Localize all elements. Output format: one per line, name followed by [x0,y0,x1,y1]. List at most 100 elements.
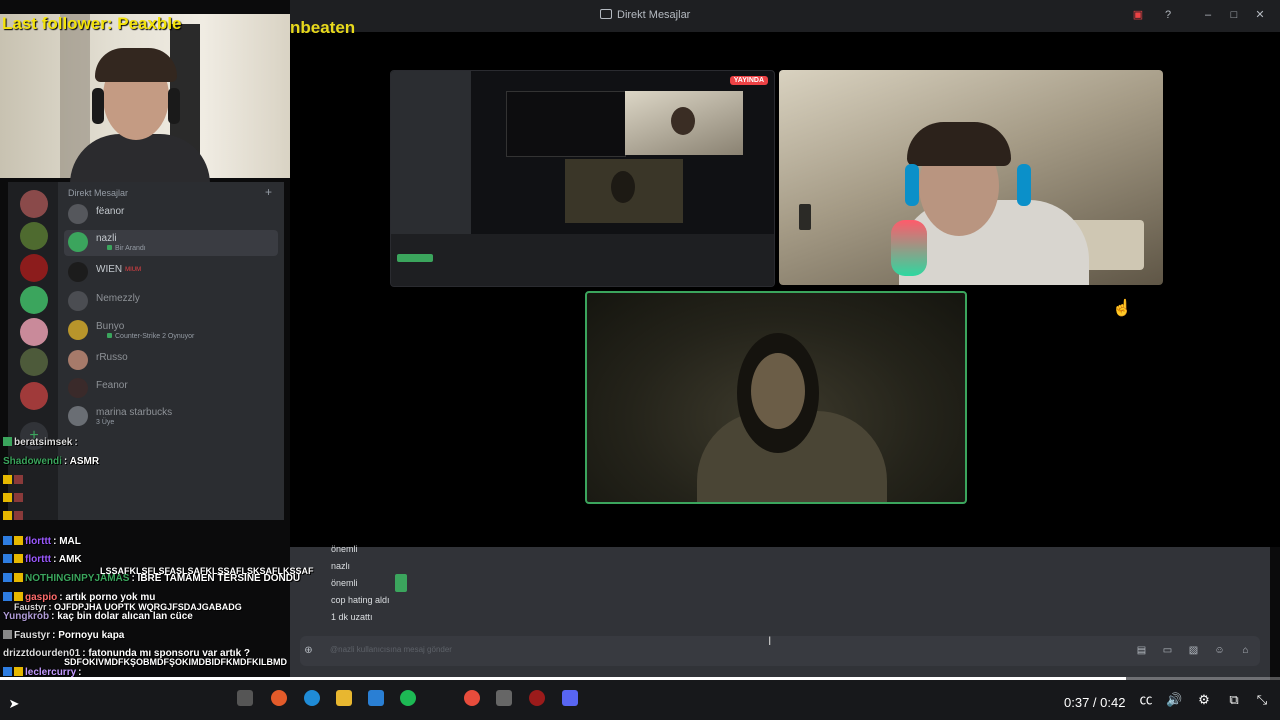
dm-item-name: nazli [96,233,117,244]
crown-badge-icon [14,667,23,676]
close-icon[interactable]: ✕ [1254,9,1266,21]
screen-share-tile[interactable]: YAYINDA [390,70,775,287]
new-dm-icon[interactable]: + [265,185,272,199]
avatar [68,406,88,426]
stream-chat-line [3,475,25,486]
chat-message: cop hating aldı [331,595,390,605]
edge-icon[interactable] [304,690,320,706]
minimize-icon[interactable]: – [1202,9,1214,21]
avatar [68,350,88,370]
server-icon-4[interactable] [20,286,48,314]
dm-item-status: Counter-Strike 2 Oynuyor [107,333,194,340]
stream-chat-line [3,493,25,504]
dm-item[interactable]: rRusso [64,348,278,374]
dm-item[interactable]: marina starbucks 3 Üye [64,404,278,430]
chrome-icon[interactable] [464,690,480,706]
dm-item-active[interactable]: nazli Bir Arandı [64,230,278,256]
volume-icon[interactable]: 🔊 [1166,692,1182,708]
gift-icon[interactable]: ▤ [1135,644,1148,657]
stream-chat-line [3,511,25,522]
crown-badge-icon [3,511,12,520]
mini-person [671,107,695,135]
chat-message: 1 dk uzattı [331,612,373,622]
sticker-picker-icon[interactable]: ▧ [1187,644,1200,657]
emote-icon [14,511,23,520]
apps-icon[interactable]: ⌂ [1239,644,1252,657]
minimize-player-icon[interactable]: ⤡ [1254,692,1270,708]
inbox-icon[interactable]: ▣ [1132,9,1144,21]
dm-item-status: 3 Üye [96,419,115,426]
help-icon[interactable]: ? [1162,9,1174,21]
webcam-tile-host[interactable] [779,70,1163,285]
stream-chat-line: Faustyr: Pornoyu kapa [3,630,124,641]
maximize-icon[interactable]: □ [1228,9,1240,21]
dm-item-name: Nemezzly [96,293,140,304]
crown-badge-icon [3,493,12,502]
task-view-icon[interactable] [237,690,253,706]
text-cursor-icon: I [768,634,772,648]
dm-item[interactable]: WIEN MIUM [64,260,278,286]
rgb-mic [891,220,927,276]
streamer-webcam [0,14,290,184]
mini-cam [625,91,743,155]
chat-text: : AMK [53,554,82,565]
mini-green-button [397,254,433,262]
live-badge: YAYINDA [729,76,768,85]
chat-username: Yungkrob [3,611,50,622]
add-attachment-icon[interactable]: ⊕ [302,644,315,657]
server-icon-5[interactable] [20,318,48,346]
server-icon-6[interactable] [20,348,48,376]
emote-icon [14,475,23,484]
file-explorer-icon[interactable] [336,690,352,706]
discord-taskbar-icon[interactable] [562,690,578,706]
settings-gear-icon[interactable]: ⚙ [1196,692,1212,708]
chat-text: : IBRE TAMAMEN TERSINE DONDU [131,573,301,584]
chat-text: : kaç bin dolar alıcan lan cüce [51,611,193,622]
app-icon[interactable] [496,690,512,706]
mail-icon[interactable] [368,690,384,706]
emoji-icon[interactable]: ☺ [1213,644,1226,657]
stream-chat-line: florttt: MAL [3,536,81,547]
crown-badge-icon [14,554,23,563]
chat-username: NOTHINGINPYJAMAS [25,573,130,584]
server-icon-2[interactable] [20,222,48,250]
crown-badge-icon [3,475,12,484]
headset-left-overlay [92,88,104,124]
stream-chat-line: beratsimsek: [3,437,78,448]
window-title: Direkt Mesajlar [600,9,690,21]
avatar [68,204,88,224]
spotify-icon[interactable] [400,690,416,706]
captions-icon[interactable]: ㏄ [1138,692,1154,708]
message-input[interactable]: ⊕ @nazli kullanıcısına mesaj gönder ▤ ▭ … [300,636,1260,666]
server-icon-7[interactable] [20,382,48,410]
mini-controls [391,234,774,286]
prime-badge-icon [3,554,12,563]
popout-icon[interactable]: ⧉ [1226,692,1242,708]
avatar [68,262,88,282]
emote-icon [14,493,23,502]
server-icon-1[interactable] [20,190,48,218]
gif-icon[interactable]: ▭ [1161,644,1174,657]
play-cursor-icon: ➤ [8,696,20,711]
chat-username: florttt [25,554,52,565]
firefox-icon[interactable] [271,690,287,706]
stream-chat-line: Shadowendi: ASMR [3,456,99,467]
dm-item[interactable]: Bunyo Counter-Strike 2 Oynuyor [64,318,278,344]
chat-username: Shadowendi [3,456,62,467]
dm-item[interactable]: Feanor [64,376,278,402]
obs-icon[interactable] [529,690,545,706]
dm-item-name: WIEN MIUM [96,264,141,275]
server-icon-3[interactable] [20,254,48,282]
webcam-tile-nazli[interactable] [585,291,967,504]
dm-item[interactable]: fëanor [64,202,278,228]
server-list: + [8,182,58,520]
chat-message: nazlı [331,561,351,571]
stream-chat-line: Yungkrob: kaç bin dolar alıcan lan cüce [3,611,193,622]
dm-item[interactable]: Nemezzly [64,289,278,315]
dm-item-name: Feanor [96,380,128,391]
dm-item-status: Bir Arandı [107,245,146,252]
chat-message: önemli [331,544,358,554]
headset-right-overlay [168,88,180,124]
stream-chat-line: SDFOKIVMDFKŞOBMDFŞOKIMDBIDFKMDFKILBMD [64,657,287,667]
dm-item-status-text: Counter-Strike 2 Oynuyor [115,333,195,340]
